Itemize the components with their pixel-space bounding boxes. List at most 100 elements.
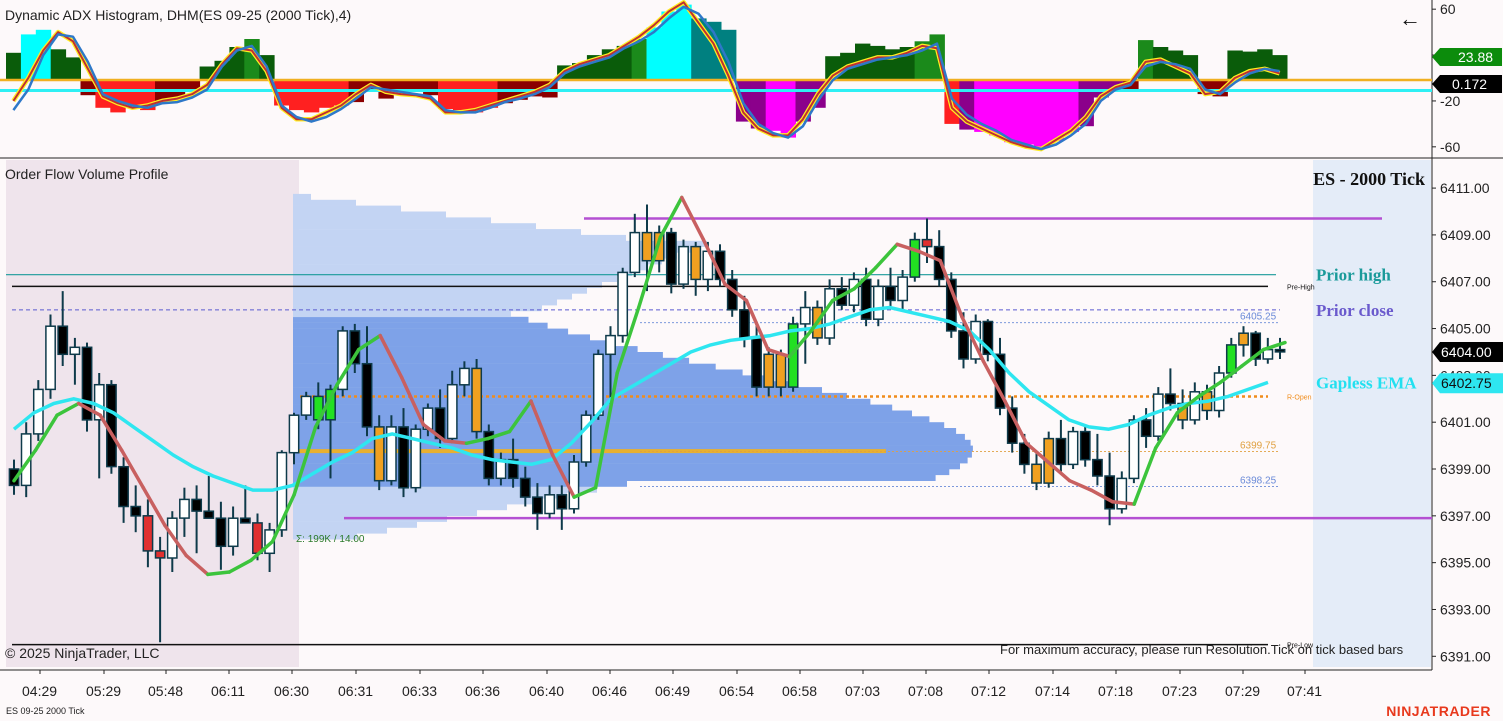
time-axis-label: 06:31 <box>338 683 373 699</box>
candle-body <box>1031 463 1042 484</box>
candle-body <box>1055 437 1067 466</box>
candle-body <box>1067 430 1079 466</box>
volume-profile-row <box>293 404 893 411</box>
time-axis-label: 07:23 <box>1162 683 1197 699</box>
adx-histogram-bar <box>408 80 424 90</box>
candle-body <box>142 515 154 552</box>
candle-body <box>154 550 166 559</box>
time-axis-label: 06:54 <box>719 683 754 699</box>
adx-histogram-bar <box>125 80 141 106</box>
time-axis-label: 05:48 <box>148 683 183 699</box>
ma-segment <box>206 570 232 577</box>
candle-body <box>909 238 921 278</box>
adx-badge-black: 0.172 <box>1452 76 1487 92</box>
candle-body <box>592 353 604 416</box>
candle-body <box>799 306 811 325</box>
volume-profile-row <box>293 217 491 224</box>
prior-high-label: Prior high <box>1316 266 1391 285</box>
adx-histogram-bar <box>289 80 305 111</box>
copyright: © 2025 NinjaTrader, LLC <box>5 645 160 661</box>
candle-body <box>1152 393 1164 437</box>
price-axis-label: 6393.00 <box>1440 601 1491 617</box>
volume-profile-row <box>293 264 647 271</box>
candle-body <box>872 285 884 320</box>
ma-segment <box>1110 500 1136 506</box>
adx-histogram-bar <box>869 45 886 80</box>
time-axis-label: 04:29 <box>22 683 57 699</box>
ma-segment <box>443 439 469 446</box>
ema-badge: 6402.75 <box>1441 375 1492 391</box>
price-axis-label: 6401.00 <box>1440 414 1491 430</box>
price-axis-label: 6397.00 <box>1440 508 1491 524</box>
adx-histogram-bar <box>110 80 126 113</box>
adx-histogram-bar <box>303 80 320 113</box>
candle-body <box>1165 393 1176 405</box>
back-arrow-icon[interactable]: ← <box>1399 6 1421 32</box>
candle-body <box>459 367 470 386</box>
prior-close-label: Prior close <box>1316 301 1394 320</box>
candle-body <box>1213 372 1225 412</box>
time-axis-label: 06:11 <box>211 683 245 699</box>
candle-body <box>1092 458 1103 477</box>
gapless-ema-label: Gapless EMA <box>1316 373 1417 392</box>
volume-profile-row <box>293 527 387 534</box>
adx-badge-green: 23.88 <box>1458 49 1493 65</box>
level-6398-label: 6398.25 <box>1240 476 1277 487</box>
level-6399-label: 6399.75 <box>1240 440 1277 451</box>
candle-body <box>471 367 483 433</box>
candle-body <box>191 498 203 512</box>
time-axis-label: 07:29 <box>1225 683 1260 699</box>
candle-body <box>215 517 227 548</box>
candle-body <box>69 346 81 356</box>
candle-body <box>1104 475 1116 510</box>
adx-histogram-bar <box>423 80 439 96</box>
adx-histogram-bar <box>318 80 335 108</box>
candle-body <box>118 465 129 508</box>
candle-body <box>1079 430 1091 461</box>
candle-body <box>617 271 629 337</box>
candle-body <box>751 337 762 388</box>
upper-panel-title: Dynamic ADX Histogram, DHM(ES 09-25 (200… <box>5 7 352 23</box>
candle-body <box>130 505 142 517</box>
candle-body <box>1238 332 1249 346</box>
candle-body <box>921 238 933 248</box>
volume-profile-row <box>293 199 356 206</box>
candle-body <box>665 231 677 285</box>
level-6405-label: 6405.25 <box>1240 312 1277 323</box>
r-open-label: R-Open <box>1287 394 1312 401</box>
volume-profile-row <box>293 258 662 265</box>
pre-high-label: Pre-High <box>1287 284 1315 291</box>
volume-profile-row <box>293 275 617 282</box>
candle-body <box>544 494 556 515</box>
profile-sum-label: Σ: 199K / 14.00 <box>296 534 365 545</box>
time-axis-label: 07:03 <box>845 683 880 699</box>
volume-profile-row <box>293 311 511 318</box>
chart-stage: 6020-20-6023.880.172 6411.006409.006407.… <box>0 0 1503 721</box>
volume-profile-row <box>293 369 743 376</box>
adx-histogram-bar <box>65 57 81 80</box>
candle-body <box>252 522 263 555</box>
volume-profile-row <box>293 223 536 230</box>
volume-profile-row <box>293 322 548 329</box>
adx-histogram-bar <box>1257 49 1273 80</box>
time-axis-label: 07:12 <box>971 683 1006 699</box>
candle-body <box>897 276 909 302</box>
volume-profile-row <box>293 328 569 335</box>
price-axis-label: 6395.00 <box>1440 555 1491 571</box>
candle-body <box>1225 344 1237 374</box>
lower-panel-title: Order Flow Volume Profile <box>5 166 169 182</box>
volume-profile-row <box>293 287 587 294</box>
price-axis-label: 6407.00 <box>1440 274 1491 290</box>
price-axis-label: 6391.00 <box>1440 648 1491 664</box>
adx-histogram-bar <box>6 52 22 80</box>
candle-body <box>568 461 580 510</box>
price-axis-label: 6405.00 <box>1440 321 1491 337</box>
adx-axis-label: -20 <box>1440 93 1460 109</box>
adx-histogram-bar <box>50 49 67 80</box>
time-axis-label: 06:36 <box>465 683 500 699</box>
adx-histogram-bar <box>676 4 692 81</box>
volume-profile-row <box>293 510 477 517</box>
time-axis-label: 06:30 <box>274 683 309 699</box>
volume-profile-row <box>293 416 930 423</box>
adx-axis-label: -60 <box>1440 139 1460 155</box>
